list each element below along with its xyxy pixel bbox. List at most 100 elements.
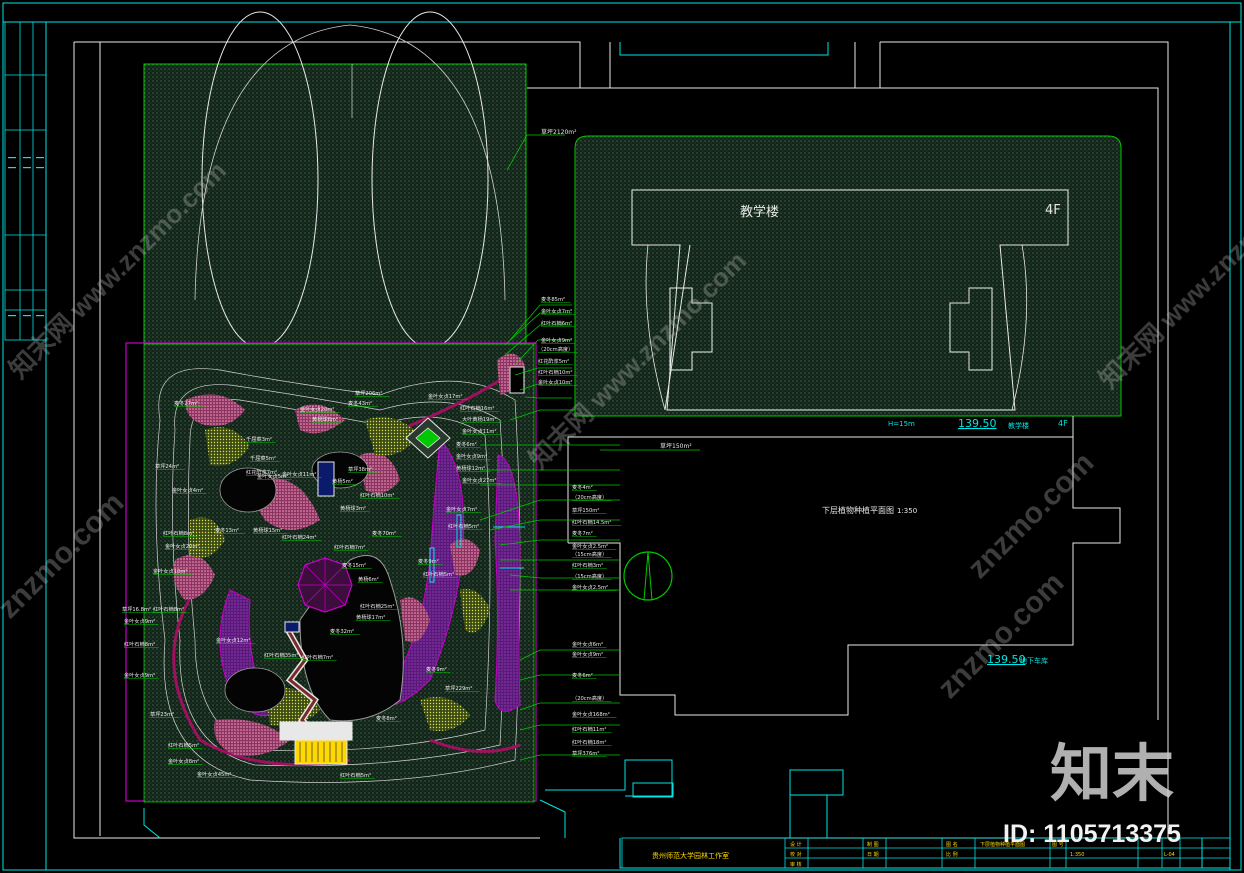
institute-name: 贵州师范大学园林工作室: [652, 851, 729, 860]
callout-right-31: 红叶石楠11m²: [572, 725, 606, 733]
callout-right-15: 金叶女贞27m²: [462, 476, 496, 484]
callout-inner-30: 麦冬9m²: [426, 665, 447, 673]
callout-left-6: 红叶石楠8m²: [153, 605, 184, 613]
title-block-cell-1: 校 对: [790, 851, 802, 858]
title-block-cell-5: 图 名: [946, 841, 958, 848]
plan-title: 下层植物种植平面图: [822, 505, 894, 515]
callout-inner-24: 红叶石楠25m²: [360, 602, 394, 610]
callout-left-3: 红叶石楠8m²: [163, 529, 194, 537]
callout-inner-31: 草坪229m²: [445, 684, 472, 692]
callout-right-32: 红叶石楠18m²: [572, 738, 606, 746]
id-label: ID: 1105713375: [1003, 820, 1181, 848]
title-block-cell-3: 制 图: [867, 841, 879, 848]
title-block-cell-4: 日 期: [867, 852, 879, 858]
callout-left-9: 红叶石楠8m²: [124, 640, 155, 648]
callout-inner-2: 草坪206m²: [355, 389, 382, 397]
callout-right-26: 金叶女贞6m²: [572, 640, 603, 648]
callout-right-18: 草坪150m²: [572, 506, 599, 514]
title-block-cell-6: 比 例: [946, 851, 958, 858]
callout-right-4: （20cm高度）: [538, 345, 573, 353]
callout-inner-10: 黄杨5m²: [332, 477, 353, 485]
cad-drawing-canvas: 教学楼 4F 139.50 教学楼 4F H=15m 139.50 地下车库 下…: [0, 2, 1244, 871]
callout-inner-19: 黄杨球15m²: [253, 526, 282, 534]
callout-inner-26: 麦冬32m²: [330, 627, 354, 635]
revision-strip: [4, 21, 47, 341]
callout-left-11: 草坪23m²: [150, 710, 174, 718]
callout-inner-0: 金叶女贞20m²: [300, 405, 334, 413]
callout-right-8: 金叶女贞17m²: [428, 392, 462, 400]
callout-inner-17: 红叶石楠5m²: [448, 522, 479, 530]
callout-inner-27: 金叶女贞12m²: [216, 636, 250, 644]
callout-right-12: 麦冬6m²: [456, 440, 477, 448]
callout-right-22: （15cm高度）: [572, 550, 607, 558]
callout-right-17: （20cm高度）: [572, 493, 607, 501]
callout-right-3: 金叶女贞9m²: [541, 336, 572, 344]
callout-left-4: 金叶女贞20m²: [165, 542, 199, 550]
callout-right-2: 红叶石楠6m²: [541, 319, 572, 327]
callout-left-14: 金叶女贞45m²: [197, 770, 231, 778]
plan-scale: 1:350: [897, 507, 917, 515]
revision-strip-marks: [8, 157, 44, 317]
callout-right-10: 大叶黄杨19m²: [462, 415, 496, 423]
callout-inner-29: 红叶石楠7m²: [302, 653, 333, 661]
title-block-cell-10: L-04: [1164, 852, 1175, 858]
callout-inner-22: 麦冬15m²: [342, 561, 366, 569]
callout-right-30: 金叶女贞168m²: [572, 710, 610, 718]
callout-right-20: 麦冬7m²: [572, 529, 593, 537]
brand-logo-text: 知末: [1050, 740, 1174, 809]
watermark-brand-4: znzmo.com: [932, 566, 1071, 705]
callout-right-5: 红花酢浆5m²: [538, 357, 569, 365]
callout-inner-14: 麦冬9m²: [418, 557, 439, 565]
watermark-brand-2: znzmo.com: [0, 486, 130, 625]
elevation-1: 139.50: [958, 417, 997, 430]
callout-right-14: 黄杨球12m²: [456, 464, 485, 472]
callout-inner-32: 麦冬8m²: [376, 714, 397, 722]
title-block-cell-2: 审 核: [790, 861, 802, 868]
watermark-brand-6: znzmo.com: [962, 446, 1101, 585]
callout-right-7: 金叶女贞10m²: [538, 378, 572, 386]
callout-right-9: 红叶石楠16m²: [460, 404, 494, 412]
callout-inner-20: 红叶石楠24m²: [282, 533, 316, 541]
callout-right-23: 红叶石楠3m²: [572, 561, 603, 569]
callout-right-13: 金叶女贞9m²: [456, 452, 487, 460]
lawn-area-label: 草坪2120m²: [541, 128, 577, 136]
elevation-note-1: 教学楼: [1008, 421, 1029, 430]
north-arrow: [623, 551, 673, 601]
callout-right-21: 金叶女贞2.5m²: [572, 542, 608, 550]
callout-right-25: 金叶女贞2.5m²: [572, 583, 608, 591]
callout-inner-1: 黄杨球6m²: [312, 415, 338, 423]
floors-tag-2: 4F: [1058, 419, 1068, 428]
callout-left-12: 红叶石楠5m²: [168, 741, 199, 749]
callout-right-0: 麦冬85m²: [541, 295, 565, 303]
callout-inner-15: 红叶石楠5m²: [423, 570, 454, 578]
callout-inner-8: 金叶女贞11m²: [282, 470, 316, 478]
callout-right-29: （20cm高度）: [572, 694, 607, 702]
teaching-building: [574, 135, 1122, 417]
callout-right-16: 麦冬4m²: [572, 483, 593, 491]
callout-inner-11: 红叶石楠10m²: [360, 491, 394, 499]
callout-inner-16: 金叶女贞7m²: [446, 505, 477, 513]
callout-inner-9: 草坪38m²: [348, 465, 372, 473]
callout-right-11: 金叶女贞11m²: [462, 427, 496, 435]
callout-right-27: 金叶女贞9m²: [572, 650, 603, 658]
lower-building-outline: [567, 416, 1121, 716]
callout-inner-4: 千屈菜3m²: [246, 435, 272, 443]
callout-left-13: 金叶女贞8m²: [168, 757, 199, 765]
floors-tag: 4F: [1045, 203, 1061, 218]
title-block-cell-0: 设 计: [790, 841, 802, 848]
callout-right-28: 麦冬6m²: [572, 671, 593, 679]
callout-inner-3: 麦冬43m²: [348, 399, 372, 407]
callout-left-10: 金叶女贞9m²: [124, 671, 155, 679]
callout-left-1: 草坪24m²: [155, 462, 179, 470]
lawn-area-label-2: 草坪150m²: [660, 442, 692, 450]
callout-right-24: （15cm高度）: [572, 572, 607, 580]
callout-left-8: 金叶女贞9m²: [124, 617, 155, 625]
callout-inner-12: 黄杨球3m²: [340, 504, 366, 512]
callout-inner-23: 黄杨6m²: [358, 575, 379, 583]
callout-right-19: 红叶石楠14.5m²: [572, 518, 611, 526]
callout-inner-28: 红叶石楠35m²: [264, 651, 298, 659]
callout-right-6: 红叶石楠10m²: [538, 368, 572, 376]
title-block-cell-9: 1:350: [1070, 852, 1084, 858]
callout-right-33: 草坪376m²: [572, 749, 599, 757]
callout-inner-13: 麦冬70m²: [372, 529, 396, 537]
